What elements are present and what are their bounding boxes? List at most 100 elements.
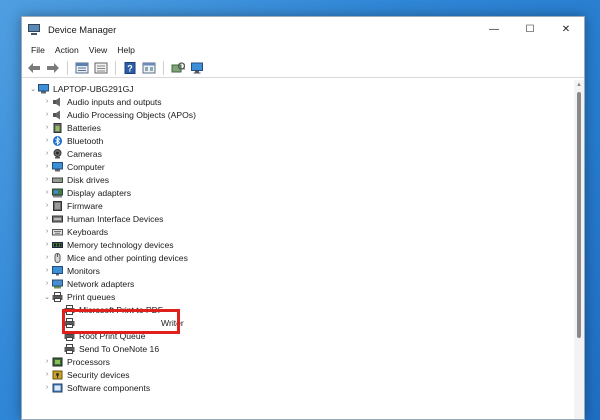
tree-category-network-adapters[interactable]: › Network adapters [28, 277, 574, 290]
audio-icon [52, 110, 63, 120]
printer-icon [52, 291, 63, 302]
back-icon[interactable] [26, 61, 42, 75]
minimize-button[interactable]: — [476, 17, 512, 42]
tree-category-memory-technology-devices[interactable]: › Memory technology devices [28, 238, 574, 251]
tree-category-disk-drives[interactable]: › Disk drives [28, 173, 574, 186]
chevron-down-icon[interactable]: ⌄ [42, 293, 52, 301]
chevron-right-icon[interactable]: › [42, 215, 52, 222]
tree-category-label: Display adapters [67, 187, 132, 198]
toolbar: ? [22, 58, 584, 78]
device-manager-app-icon [28, 23, 40, 36]
scan-hardware-icon[interactable] [170, 61, 186, 75]
tree-category-display-adapters[interactable]: › Display adapters [28, 186, 574, 199]
tree-category-security-devices[interactable]: › Security devices [28, 368, 574, 381]
tree-category-mice-and-other-pointing-devices[interactable]: › Mice and other pointing devices [28, 251, 574, 264]
memory-icon [52, 240, 63, 250]
disk-icon [52, 175, 63, 185]
chevron-right-icon[interactable]: › [42, 176, 52, 183]
chevron-right-icon[interactable]: › [42, 358, 52, 365]
tree-category-bluetooth[interactable]: › Bluetooth [28, 134, 574, 147]
tree-category-software-components[interactable]: › Software components [28, 381, 574, 394]
properties-icon[interactable] [74, 61, 90, 75]
security-icon [52, 370, 63, 380]
tree-item-label: Send To OneNote 16 [79, 343, 160, 354]
chevron-right-icon[interactable]: › [42, 241, 52, 248]
menu-help[interactable]: Help [112, 45, 140, 55]
svg-text:?: ? [127, 63, 133, 73]
chevron-right-icon[interactable]: › [42, 371, 52, 378]
highlight-box [62, 309, 180, 334]
tree-category-audio-processing-objects-apos[interactable]: › Audio Processing Objects (APOs) [28, 108, 574, 121]
close-button[interactable]: ✕ [548, 17, 584, 42]
menu-view[interactable]: View [84, 45, 112, 55]
tree-category-label: Print queues [67, 291, 116, 302]
tree-category-label: Cameras [67, 148, 102, 159]
view-icon[interactable] [141, 61, 157, 75]
tree-category-audio-inputs-and-outputs[interactable]: › Audio inputs and outputs [28, 95, 574, 108]
tree-category-monitors[interactable]: › Monitors [28, 264, 574, 277]
vertical-scrollbar[interactable]: ▲ [574, 80, 584, 419]
tree-category-label: Network adapters [67, 278, 135, 289]
monitor-icon [52, 265, 63, 276]
chevron-right-icon[interactable]: › [42, 98, 52, 105]
tree-category-label: Firmware [67, 200, 103, 211]
chevron-right-icon[interactable]: › [42, 202, 52, 209]
tree-category-human-interface-devices[interactable]: › Human Interface Devices [28, 212, 574, 225]
tree-category-computer[interactable]: › Computer [28, 160, 574, 173]
forward-icon[interactable] [45, 61, 61, 75]
tree-category-label: Audio Processing Objects (APOs) [67, 109, 196, 120]
chevron-down-icon[interactable]: ⌄ [28, 85, 38, 93]
tree-category-batteries[interactable]: › Batteries [28, 121, 574, 134]
chevron-right-icon[interactable]: › [42, 280, 52, 287]
device-tree: ⌄ LAPTOP-UBG291GJ › Audio inputs and outp… [22, 80, 574, 419]
scroll-thumb[interactable] [577, 92, 581, 338]
battery-icon [52, 122, 63, 133]
maximize-button[interactable]: ☐ [512, 17, 548, 42]
monitor-icon[interactable] [189, 61, 205, 75]
firmware-icon [52, 200, 63, 211]
device-manager-window: Device Manager — ☐ ✕ File Action View He… [21, 16, 585, 420]
network-icon [52, 279, 63, 289]
chevron-right-icon[interactable]: › [42, 150, 52, 157]
scroll-up-icon[interactable]: ▲ [576, 82, 582, 88]
tree-root-label: LAPTOP-UBG291GJ [53, 83, 134, 94]
bluetooth-icon [52, 135, 63, 146]
tree-item-send-to-onenote[interactable]: Send To OneNote 16 [28, 342, 574, 355]
tree-category-label: Keyboards [67, 226, 109, 237]
tree-category-keyboards[interactable]: › Keyboards [28, 225, 574, 238]
help-icon[interactable]: ? [122, 61, 138, 75]
menu-action[interactable]: Action [50, 45, 84, 55]
window-title: Device Manager [48, 24, 117, 35]
show-hide-icon[interactable] [93, 61, 109, 75]
chevron-right-icon[interactable]: › [42, 254, 52, 261]
chevron-right-icon[interactable]: › [42, 384, 52, 391]
tree-category-label: Batteries [67, 122, 101, 133]
tree-category-label: Mice and other pointing devices [67, 252, 188, 263]
chevron-right-icon[interactable]: › [42, 189, 52, 196]
toolbar-separator [67, 60, 68, 75]
software-icon [52, 383, 63, 393]
chevron-right-icon[interactable]: › [42, 267, 52, 274]
chevron-right-icon[interactable]: › [42, 124, 52, 131]
chevron-right-icon[interactable]: › [42, 111, 52, 118]
menu-file[interactable]: File [26, 45, 50, 55]
tree-category-label: Human Interface Devices [67, 213, 164, 224]
display-adapter-icon [52, 188, 63, 198]
tree-category-processors[interactable]: › Processors [28, 355, 574, 368]
audio-icon [52, 97, 63, 107]
printer-icon [64, 343, 75, 354]
tree-root[interactable]: ⌄ LAPTOP-UBG291GJ [28, 82, 574, 95]
tree-category-label: Bluetooth [67, 135, 104, 146]
chevron-right-icon[interactable]: › [42, 163, 52, 170]
chevron-right-icon[interactable]: › [42, 137, 52, 144]
tree-category-label: Monitors [67, 265, 100, 276]
tree-category-cameras[interactable]: › Cameras [28, 147, 574, 160]
tree-category-label: Security devices [67, 369, 130, 380]
hid-icon [52, 214, 63, 224]
chevron-right-icon[interactable]: › [42, 228, 52, 235]
title-bar[interactable]: Device Manager — ☐ ✕ [22, 17, 584, 42]
tree-category-label: Software components [67, 382, 151, 393]
tree-category-firmware[interactable]: › Firmware [28, 199, 574, 212]
tree-category-label: Disk drives [67, 174, 110, 185]
tree-category-print-queues[interactable]: ⌄ Print queues [28, 290, 574, 303]
